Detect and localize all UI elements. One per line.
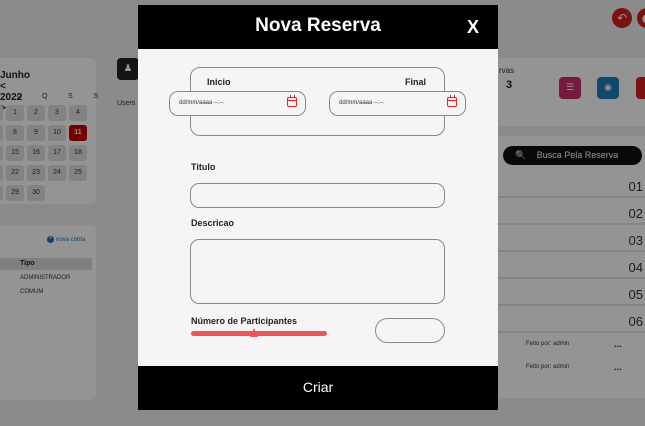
inicio-date-placeholder: dd/mm/aaaa --:-- (179, 100, 224, 106)
calendar-icon[interactable] (447, 95, 457, 107)
descricao-label: Descricao (191, 218, 235, 228)
nova-reserva-modal: Nova Reserva X Inicio Final dd/mm/aaaa -… (138, 5, 498, 410)
participantes-slider[interactable] (191, 328, 327, 337)
participantes-input[interactable] (375, 318, 445, 343)
titulo-input[interactable] (190, 183, 445, 208)
modal-title: Nova Reserva (255, 15, 381, 36)
final-label: Final (405, 77, 427, 87)
slider-thumb[interactable] (250, 328, 259, 337)
criar-label: Criar (302, 379, 334, 395)
inicio-label: Inicio (207, 77, 231, 87)
close-button[interactable]: X (467, 17, 479, 38)
titulo-label: Titulo (191, 162, 216, 172)
final-date-input[interactable]: dd/mm/aaaa --:-- (329, 91, 466, 116)
participantes-label: Número de Participantes (191, 316, 298, 326)
inicio-date-input[interactable]: dd/mm/aaaa --:-- (169, 91, 306, 116)
descricao-textarea[interactable] (190, 239, 445, 304)
final-date-placeholder: dd/mm/aaaa --:-- (339, 100, 384, 106)
modal-header: Nova Reserva X (138, 5, 498, 49)
criar-button[interactable]: Criar (138, 366, 498, 410)
calendar-icon[interactable] (287, 95, 297, 107)
